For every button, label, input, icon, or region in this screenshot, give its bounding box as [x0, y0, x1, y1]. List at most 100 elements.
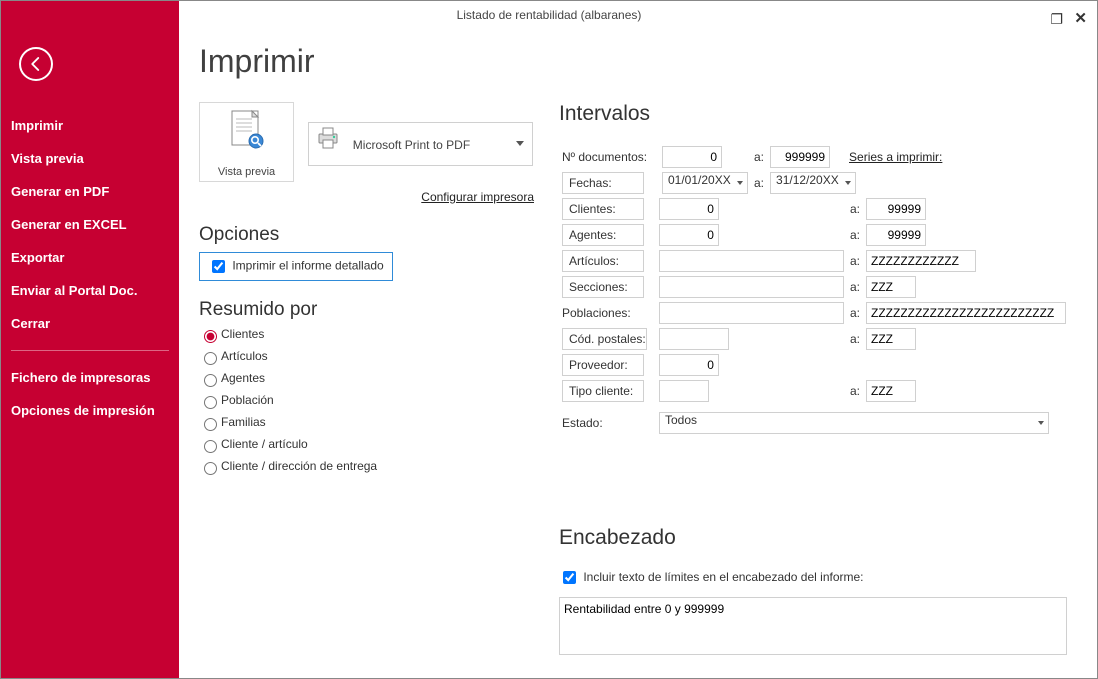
a-label: a:	[751, 144, 767, 170]
agentes-button[interactable]: Agentes:	[562, 224, 644, 246]
arrow-left-icon	[27, 55, 45, 73]
articulos-from-input[interactable]	[659, 250, 844, 272]
chevron-down-icon	[516, 141, 524, 146]
resumido-radio-6[interactable]: Cliente / dirección de entrega	[199, 459, 559, 475]
document-preview-icon	[226, 109, 268, 155]
page-title: Imprimir	[199, 43, 1077, 80]
include-limits-checkbox[interactable]: Incluir texto de límites en el encabezad…	[559, 570, 864, 584]
ndocs-label: Nº documentos:	[559, 144, 659, 170]
ndocs-to-input[interactable]	[770, 146, 830, 168]
resumido-radio-label: Agentes	[221, 371, 265, 385]
chevron-down-icon	[1038, 421, 1044, 425]
encabezado-heading: Encabezado	[559, 526, 1069, 550]
articulos-button[interactable]: Artículos:	[562, 250, 644, 272]
a-label: a:	[847, 196, 863, 222]
clientes-to-input[interactable]	[866, 198, 926, 220]
clientes-from-input[interactable]	[659, 198, 719, 220]
poblaciones-from-input[interactable]	[659, 302, 844, 324]
resumido-radio-2[interactable]: Agentes	[199, 371, 559, 387]
sidebar-item-fichero-impresoras[interactable]: Fichero de impresoras	[1, 361, 179, 394]
resumido-radios: Clientes Artículos Agentes Población Familia…	[199, 327, 559, 475]
resumido-radio-0[interactable]: Clientes	[199, 327, 559, 343]
sidebar-divider	[11, 350, 169, 351]
poblaciones-to-input[interactable]	[866, 302, 1066, 324]
a-label: a:	[847, 222, 863, 248]
fechas-button[interactable]: Fechas:	[562, 172, 644, 194]
tipocli-to-input[interactable]	[866, 380, 916, 402]
resumido-radio-input[interactable]	[204, 374, 217, 387]
cp-button[interactable]: Cód. postales:	[562, 328, 647, 350]
proveedor-button[interactable]: Proveedor:	[562, 354, 644, 376]
printer-select[interactable]: Microsoft Print to PDF	[308, 122, 533, 166]
resumido-radio-input[interactable]	[204, 352, 217, 365]
resumido-radio-label: Cliente / artículo	[221, 437, 308, 451]
header-text-input[interactable]	[559, 597, 1067, 655]
window-title: Listado de rentabilidad (albaranes)	[457, 8, 642, 22]
back-button[interactable]	[19, 47, 53, 81]
chevron-down-icon	[737, 181, 743, 185]
estado-label: Estado:	[559, 404, 656, 436]
fechas-to-dropdown[interactable]: 31/12/20XX	[770, 172, 856, 194]
sidebar-item-enviar-portal[interactable]: Enviar al Portal Doc.	[1, 274, 179, 307]
resumido-radio-5[interactable]: Cliente / artículo	[199, 437, 559, 453]
resumido-radio-input[interactable]	[204, 440, 217, 453]
a-label: a:	[847, 274, 863, 300]
sidebar-item-generar-excel[interactable]: Generar en EXCEL	[1, 208, 179, 241]
left-column: Vista previa Microsoft Print to PDF Conf…	[199, 102, 559, 481]
sidebar-item-exportar[interactable]: Exportar	[1, 241, 179, 274]
resumido-radio-label: Familias	[221, 415, 266, 429]
cp-to-input[interactable]	[866, 328, 916, 350]
secciones-to-input[interactable]	[866, 276, 916, 298]
series-link[interactable]: Series a imprimir:	[849, 150, 942, 164]
articulos-to-input[interactable]	[866, 250, 976, 272]
resumido-radio-label: Artículos	[221, 349, 268, 363]
ndocs-from-input[interactable]	[662, 146, 722, 168]
vista-previa-label: Vista previa	[200, 166, 293, 178]
vista-previa-button[interactable]: Vista previa	[199, 102, 294, 182]
detailed-report-checkbox[interactable]: Imprimir el informe detallado	[199, 252, 393, 281]
resumido-radio-input[interactable]	[204, 462, 217, 475]
a-label: a:	[751, 170, 767, 196]
intervalos-grid2: Clientes: a: Agentes: a: Artículos: a:	[559, 196, 1069, 436]
resumido-radio-input[interactable]	[204, 396, 217, 409]
printer-name: Microsoft Print to PDF	[353, 138, 470, 152]
printer-icon	[315, 124, 341, 168]
include-limits-input[interactable]	[563, 571, 576, 584]
resumido-radio-label: Clientes	[221, 327, 264, 341]
a-label: a:	[847, 248, 863, 274]
resumido-radio-4[interactable]: Familias	[199, 415, 559, 431]
resumido-radio-1[interactable]: Artículos	[199, 349, 559, 365]
intervalos-grid: Nº documentos: a: Series a imprimir: Fec…	[559, 144, 945, 196]
sidebar-item-opciones-impresion[interactable]: Opciones de impresión	[1, 394, 179, 427]
proveedor-input[interactable]	[659, 354, 719, 376]
a-label: a:	[847, 326, 863, 352]
cp-from-input[interactable]	[659, 328, 729, 350]
main-panel: Imprimir Vista previa Microsoft Print to…	[179, 29, 1097, 678]
clientes-button[interactable]: Clientes:	[562, 198, 644, 220]
agentes-to-input[interactable]	[866, 224, 926, 246]
detailed-report-input[interactable]	[212, 260, 225, 273]
tipocli-from-input[interactable]	[659, 380, 709, 402]
sidebar-item-cerrar[interactable]: Cerrar	[1, 307, 179, 340]
resumido-heading: Resumido por	[199, 299, 559, 321]
fechas-from-dropdown[interactable]: 01/01/20XX	[662, 172, 748, 194]
agentes-from-input[interactable]	[659, 224, 719, 246]
secciones-from-input[interactable]	[659, 276, 844, 298]
intervalos-heading: Intervalos	[559, 102, 1069, 126]
resumido-radio-input[interactable]	[204, 418, 217, 431]
poblaciones-label: Poblaciones:	[559, 300, 656, 326]
configure-printer-link[interactable]: Configurar impresora	[421, 190, 534, 204]
secciones-button[interactable]: Secciones:	[562, 276, 644, 298]
sidebar-item-imprimir[interactable]: Imprimir	[1, 109, 179, 142]
resumido-radio-input[interactable]	[204, 330, 217, 343]
right-column: Intervalos Nº documentos: a: Series a im…	[559, 102, 1069, 660]
sidebar: Imprimir Vista previa Generar en PDF Gen…	[1, 1, 179, 678]
tipocli-button[interactable]: Tipo cliente:	[562, 380, 644, 402]
estado-dropdown[interactable]: Todos	[659, 412, 1049, 434]
chevron-down-icon	[845, 181, 851, 185]
resumido-radio-label: Cliente / dirección de entrega	[221, 459, 377, 473]
sidebar-item-generar-pdf[interactable]: Generar en PDF	[1, 175, 179, 208]
resumido-radio-label: Población	[221, 393, 274, 407]
sidebar-item-vista-previa[interactable]: Vista previa	[1, 142, 179, 175]
resumido-radio-3[interactable]: Población	[199, 393, 559, 409]
